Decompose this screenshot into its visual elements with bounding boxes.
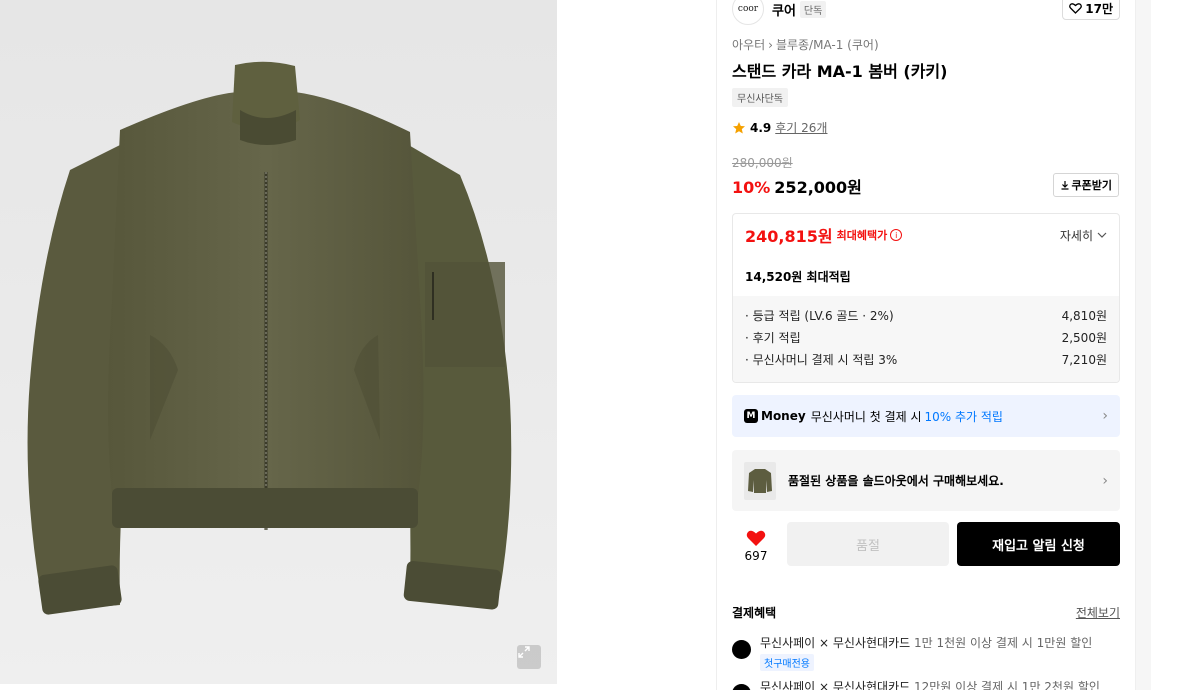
- points-item-value: 7,210원: [1061, 352, 1107, 367]
- restock-alert-button[interactable]: 재입고 알림 신청: [957, 522, 1120, 566]
- first-purchase-badge: 첫구매전용: [760, 654, 814, 671]
- payment-benefit-item: 무신사페이 × 무신사현대카드 12만원 이상 결제 시 1만 2천원 할인: [732, 678, 1120, 690]
- heart-filled-icon: [746, 530, 766, 546]
- points-item-value: 4,810원: [1061, 308, 1107, 323]
- max-benefit-box: 240,815원 최대혜택가 i 자세히 14,520원 최대적립 · 등급 적…: [732, 213, 1120, 383]
- max-points-summary: 14,520원 최대적립: [745, 269, 851, 284]
- chevron-down-icon: [1097, 232, 1107, 238]
- detail-toggle-label: 자세히: [1059, 228, 1093, 243]
- payment-benefit-desc: 12만원 이상 결제 시 1만 2천원 할인: [914, 680, 1100, 690]
- chevron-right-icon: ›: [1102, 472, 1108, 489]
- money-logo-icon: M: [744, 409, 758, 423]
- coupon-label: 쿠폰받기: [1071, 179, 1112, 192]
- chevron-right-icon: ›: [1102, 408, 1108, 424]
- soldout-thumbnail: [744, 461, 776, 500]
- product-title: 스탠드 카라 MA-1 봄버 (카키): [732, 62, 948, 81]
- product-image[interactable]: [0, 0, 557, 684]
- brand-like-count: 17만: [1085, 1, 1113, 16]
- rating: 4.9 후기 26개: [732, 119, 827, 136]
- product-like-count: 697: [744, 549, 768, 563]
- product-like-button[interactable]: 697: [732, 524, 780, 568]
- points-item-value: 2,500원: [1061, 330, 1107, 345]
- star-icon: [733, 121, 745, 133]
- payment-benefit-item: 무신사페이 × 무신사현대카드 1만 1천원 이상 결제 시 1만원 할인 첫구…: [732, 634, 1120, 671]
- zoom-button[interactable]: [517, 645, 541, 669]
- sale-price: 252,000원: [774, 178, 862, 197]
- soldout-banner[interactable]: 품절된 상품을 솔드아웃에서 구매해보세요. ›: [732, 450, 1120, 511]
- page-gutter: [1135, 0, 1151, 690]
- brand-like-button[interactable]: 17만: [1062, 0, 1120, 20]
- review-count-link[interactable]: 후기 26개: [775, 119, 827, 136]
- points-item-label: · 후기 적립: [745, 330, 801, 345]
- jacket-illustration: [27, 61, 512, 615]
- card-logo-icon: [732, 684, 751, 690]
- soldout-button: 품절: [787, 522, 949, 566]
- breadcrumb-level1[interactable]: 아우터: [732, 36, 765, 53]
- breadcrumb-separator: ›: [768, 37, 773, 52]
- card-logo-icon: [732, 640, 751, 659]
- payment-benefit-name: 무신사페이 × 무신사현대카드: [760, 636, 911, 650]
- spacer: [557, 0, 717, 690]
- brand-exclusive-tag: 단독: [799, 0, 827, 18]
- points-item-label: · 무신사머니 결제 시 적립 3%: [745, 352, 898, 367]
- brand-logo[interactable]: coor: [732, 0, 764, 25]
- payment-benefit-name: 무신사페이 × 무신사현대카드: [760, 680, 911, 690]
- brand-row: coor 쿠어 단독 17만: [732, 0, 1120, 25]
- breadcrumb: 아우터 › 블루종/MA-1 (쿠어): [732, 36, 879, 53]
- money-banner-text: 무신사머니 첫 결제 시: [810, 409, 922, 424]
- product-info-panel: coor 쿠어 단독 17만 아우터 › 블루종/MA-1 (쿠어) 스탠드 카…: [716, 0, 1135, 690]
- points-breakdown: · 등급 적립 (LV.6 골드 · 2%) 4,810원 · 후기 적립 2,…: [733, 296, 1119, 382]
- payment-benefits-header: 결제혜택 전체보기: [732, 604, 1120, 621]
- download-icon: [1061, 181, 1069, 190]
- money-brand: Money: [761, 409, 806, 423]
- coupon-button[interactable]: 쿠폰받기: [1052, 173, 1119, 197]
- jacket-thumbnail-icon: [748, 468, 772, 493]
- points-item: · 등급 적립 (LV.6 골드 · 2%) 4,810원: [745, 304, 1107, 326]
- exclusive-badge: 무신사단독: [732, 88, 788, 107]
- price-row: 10% 252,000원: [732, 174, 862, 198]
- product-page: coor 쿠어 단독 17만 아우터 › 블루종/MA-1 (쿠어) 스탠드 카…: [0, 0, 1200, 690]
- payment-view-all-link[interactable]: 전체보기: [1076, 604, 1120, 621]
- breadcrumb-level2[interactable]: 블루종/MA-1 (쿠어): [776, 36, 879, 53]
- brand-name[interactable]: 쿠어: [772, 0, 796, 19]
- points-item-label: · 등급 적립 (LV.6 골드 · 2%): [745, 308, 894, 323]
- max-benefit-price: 240,815원: [745, 227, 833, 246]
- max-benefit-label: 최대혜택가: [836, 229, 888, 242]
- max-benefit-header[interactable]: 240,815원 최대혜택가 i 자세히: [733, 214, 1119, 256]
- points-item: · 무신사머니 결제 시 적립 3% 7,210원: [745, 348, 1107, 370]
- discount-rate: 10%: [732, 178, 771, 197]
- points-item: · 후기 적립 2,500원: [745, 326, 1107, 348]
- heart-outline-icon: [1069, 3, 1083, 14]
- payment-benefit-desc: 1만 1천원 이상 결제 시 1만원 할인: [914, 636, 1093, 650]
- musinsa-money-banner[interactable]: M Money 무신사머니 첫 결제 시 10% 추가 적립 ›: [732, 395, 1120, 437]
- original-price: 280,000원: [732, 156, 793, 170]
- money-banner-highlight: 10% 추가 적립: [924, 409, 1003, 424]
- expand-icon: [518, 646, 530, 658]
- payment-benefits-title: 결제혜택: [732, 606, 777, 620]
- benefit-detail-toggle[interactable]: 자세히: [1060, 227, 1107, 244]
- rating-score: 4.9: [750, 120, 772, 135]
- soldout-banner-text: 품절된 상품을 솔드아웃에서 구매해보세요.: [788, 474, 1004, 488]
- info-icon[interactable]: i: [890, 229, 903, 241]
